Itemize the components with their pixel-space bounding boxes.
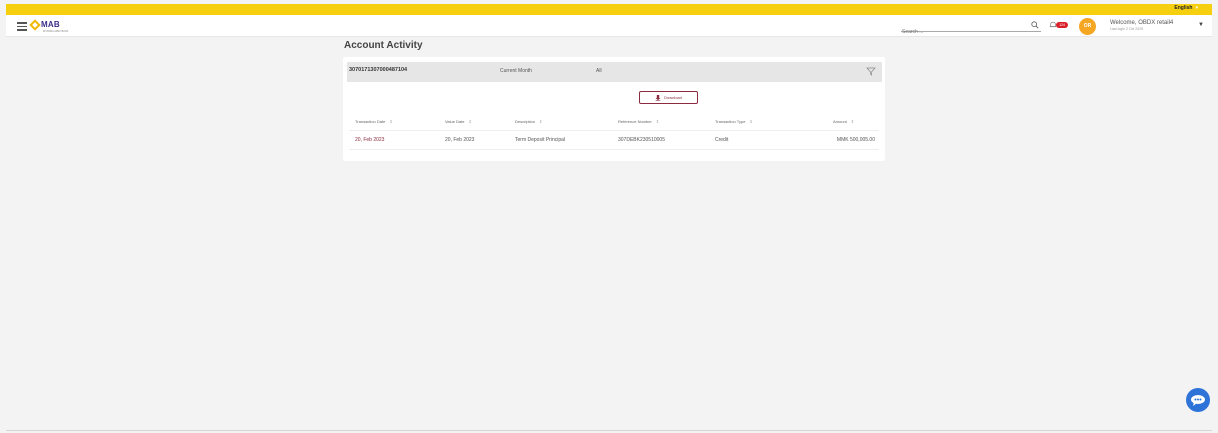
sort-icon[interactable]: ⇕ bbox=[656, 119, 659, 124]
filter-icon[interactable] bbox=[866, 66, 876, 76]
column-header-transaction-date[interactable]: Transaction Date ⇕ bbox=[355, 119, 393, 124]
cell-transaction-type: Credit bbox=[715, 137, 729, 143]
sort-icon[interactable]: ⇕ bbox=[749, 119, 752, 124]
language-selector[interactable]: English ▾ bbox=[1174, 5, 1198, 11]
transaction-filter-value: All bbox=[596, 68, 602, 74]
column-header-reference-number[interactable]: Reference Number ⇕ bbox=[618, 119, 659, 124]
download-icon bbox=[655, 94, 661, 101]
menu-icon[interactable] bbox=[17, 22, 27, 31]
footer-divider bbox=[6, 430, 1212, 431]
column-header-value-date[interactable]: Value Date ⇕ bbox=[445, 119, 472, 124]
account-activity-card: 3070171307000487104 Current Month All Do… bbox=[343, 57, 885, 161]
top-language-bar: English ▾ bbox=[6, 4, 1212, 15]
cell-reference-number: 307DEBK230510005 bbox=[618, 137, 665, 143]
chat-bubble-icon bbox=[1191, 395, 1205, 406]
search-icon[interactable] bbox=[1031, 21, 1039, 29]
download-label: Download bbox=[664, 95, 682, 100]
logo-subtext: MYANMA APEX BANK bbox=[43, 30, 69, 33]
cell-description: Term Deposit Principal bbox=[515, 137, 566, 143]
chevron-down-icon: ▾ bbox=[1195, 5, 1198, 11]
sort-icon[interactable]: ⇕ bbox=[539, 119, 542, 124]
logo-diamond-icon bbox=[29, 18, 41, 31]
cell-value-date: 20, Feb 2023 bbox=[445, 137, 475, 143]
chat-button[interactable] bbox=[1186, 388, 1210, 412]
last-login-text: Last login 2 Oct 2025 bbox=[1110, 27, 1144, 31]
welcome-block[interactable]: Welcome, OBDX retail4 Last login 2 Oct 2… bbox=[1110, 20, 1173, 31]
cell-amount: MMK 500,005.00 bbox=[836, 137, 875, 143]
page-title: Account Activity bbox=[344, 40, 423, 51]
language-label[interactable]: English bbox=[1174, 5, 1192, 11]
period-label: Current Month bbox=[500, 68, 532, 74]
search-box bbox=[901, 20, 1041, 37]
avatar[interactable]: OR bbox=[1079, 18, 1096, 35]
column-header-transaction-type[interactable]: Transaction Type ⇕ bbox=[715, 119, 753, 124]
account-filter-bar[interactable]: 3070171307000487104 Current Month All bbox=[347, 62, 882, 82]
sort-icon[interactable]: ⇕ bbox=[389, 119, 392, 124]
search-input[interactable] bbox=[901, 27, 1022, 37]
row-divider bbox=[349, 149, 879, 150]
account-number: 3070171307000487104 bbox=[349, 67, 408, 73]
bank-logo[interactable]: MAB MYANMA APEX BANK bbox=[29, 18, 68, 33]
welcome-text: Welcome, OBDX retail4 bbox=[1110, 20, 1174, 26]
cell-transaction-date: 20, Feb 2023 bbox=[355, 137, 385, 143]
download-button[interactable]: Download bbox=[639, 91, 698, 104]
header-divider bbox=[349, 130, 879, 131]
app-header: MAB MYANMA APEX BANK 124 OR Welcome, OBD… bbox=[6, 15, 1212, 37]
column-header-description[interactable]: Description ⇕ bbox=[515, 119, 542, 124]
sort-icon[interactable]: ⇕ bbox=[851, 119, 854, 124]
logo-text: MAB bbox=[41, 20, 60, 29]
sort-icon[interactable]: ⇕ bbox=[469, 119, 472, 124]
profile-dropdown-icon[interactable]: ▼ bbox=[1198, 22, 1204, 28]
column-header-amount[interactable]: Amount ⇕ bbox=[833, 119, 854, 124]
notification-badge[interactable]: 124 bbox=[1056, 22, 1068, 28]
